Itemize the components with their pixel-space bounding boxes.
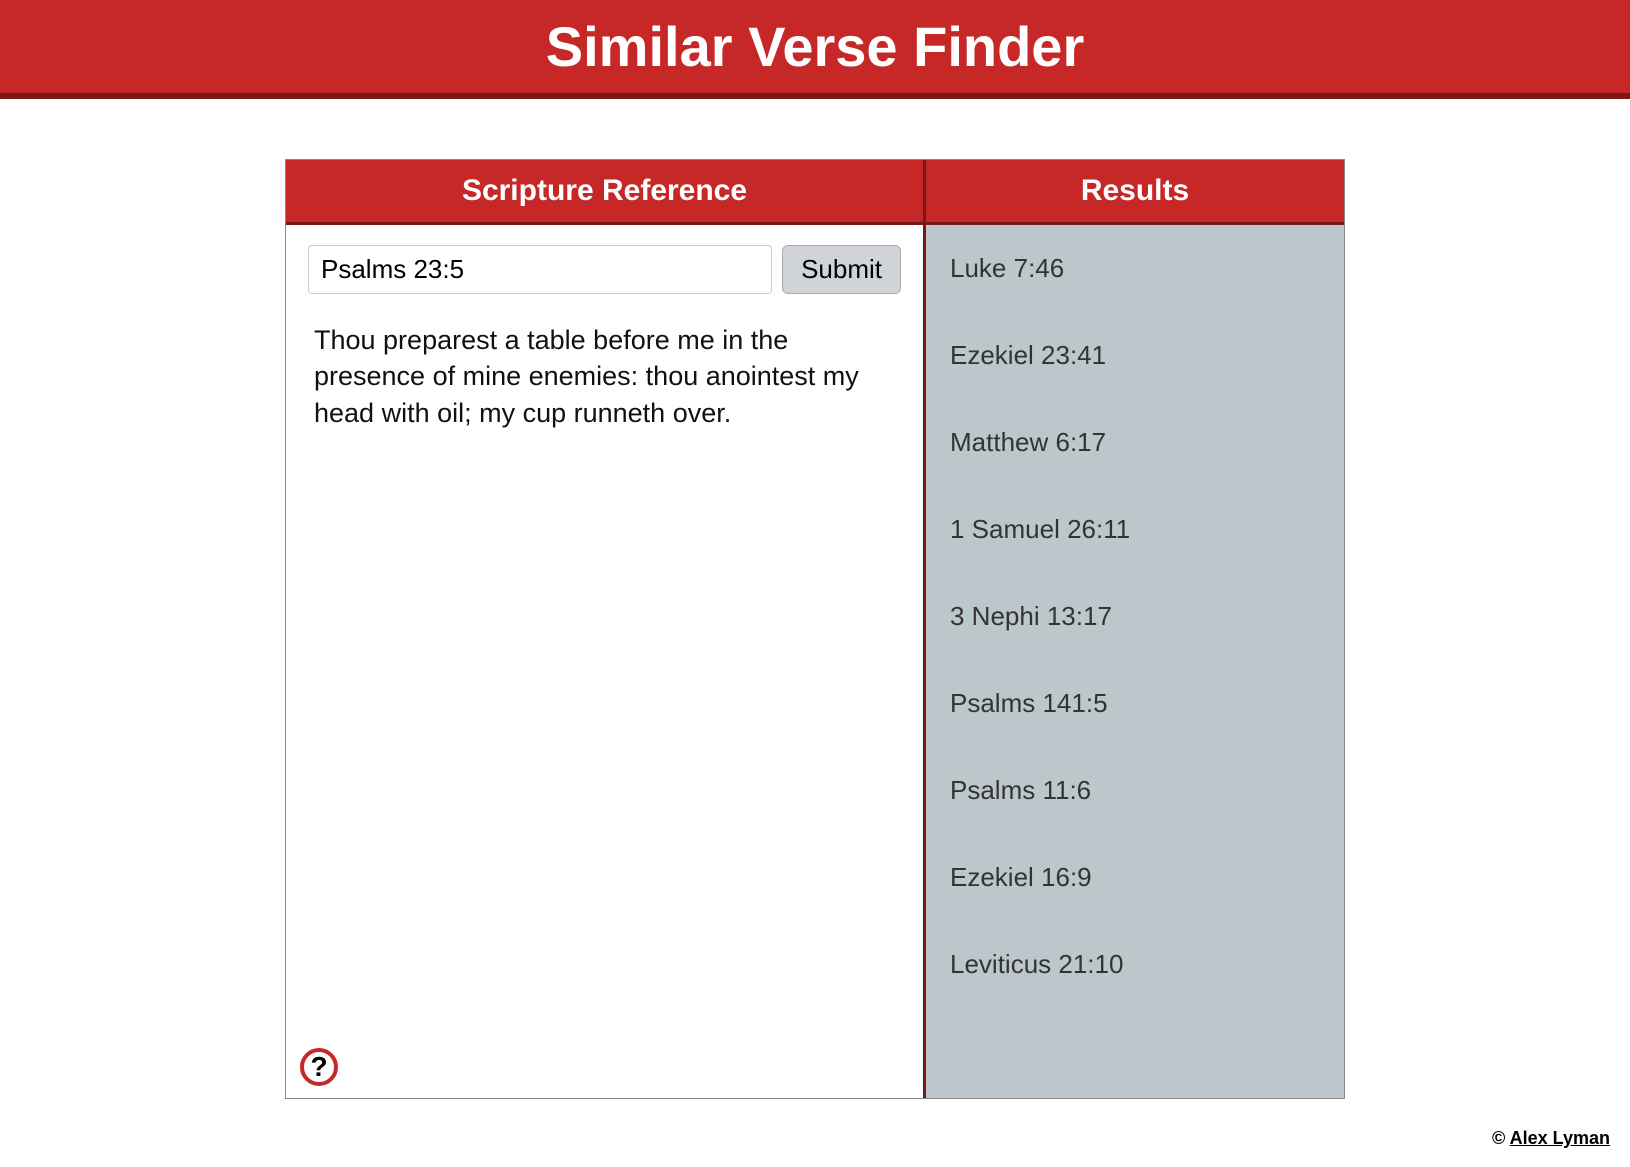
- result-item[interactable]: 1 Samuel 26:11: [926, 486, 1344, 573]
- app-title: Similar Verse Finder: [546, 15, 1084, 78]
- footer-credit: © Alex Lyman: [1492, 1128, 1610, 1149]
- main-container: Scripture Reference Submit Thou prepares…: [285, 159, 1345, 1099]
- input-area: Submit: [286, 225, 923, 304]
- scripture-reference-input[interactable]: [308, 245, 772, 294]
- results-list[interactable]: Luke 7:46 Ezekiel 23:41 Matthew 6:17 1 S…: [926, 225, 1344, 1098]
- right-panel: Results Luke 7:46 Ezekiel 23:41 Matthew …: [926, 160, 1344, 1098]
- left-panel: Scripture Reference Submit Thou prepares…: [286, 160, 926, 1098]
- copyright-symbol: ©: [1492, 1128, 1505, 1148]
- result-item[interactable]: Psalms 141:5: [926, 660, 1344, 747]
- author-link[interactable]: Alex Lyman: [1510, 1128, 1610, 1148]
- app-header: Similar Verse Finder: [0, 0, 1630, 99]
- result-item[interactable]: Psalms 11:6: [926, 747, 1344, 834]
- result-item[interactable]: Ezekiel 16:9: [926, 834, 1344, 921]
- submit-button[interactable]: Submit: [782, 245, 901, 294]
- results-header: Results: [926, 160, 1344, 225]
- help-icon[interactable]: ?: [300, 1048, 338, 1086]
- result-item[interactable]: Leviticus 21:10: [926, 921, 1344, 1008]
- verse-text: Thou preparest a table before me in the …: [286, 304, 923, 441]
- scripture-reference-header: Scripture Reference: [286, 160, 923, 225]
- result-item[interactable]: Matthew 6:17: [926, 399, 1344, 486]
- result-item[interactable]: Luke 7:46: [926, 225, 1344, 312]
- result-item[interactable]: 3 Nephi 13:17: [926, 573, 1344, 660]
- result-item[interactable]: Ezekiel 23:41: [926, 312, 1344, 399]
